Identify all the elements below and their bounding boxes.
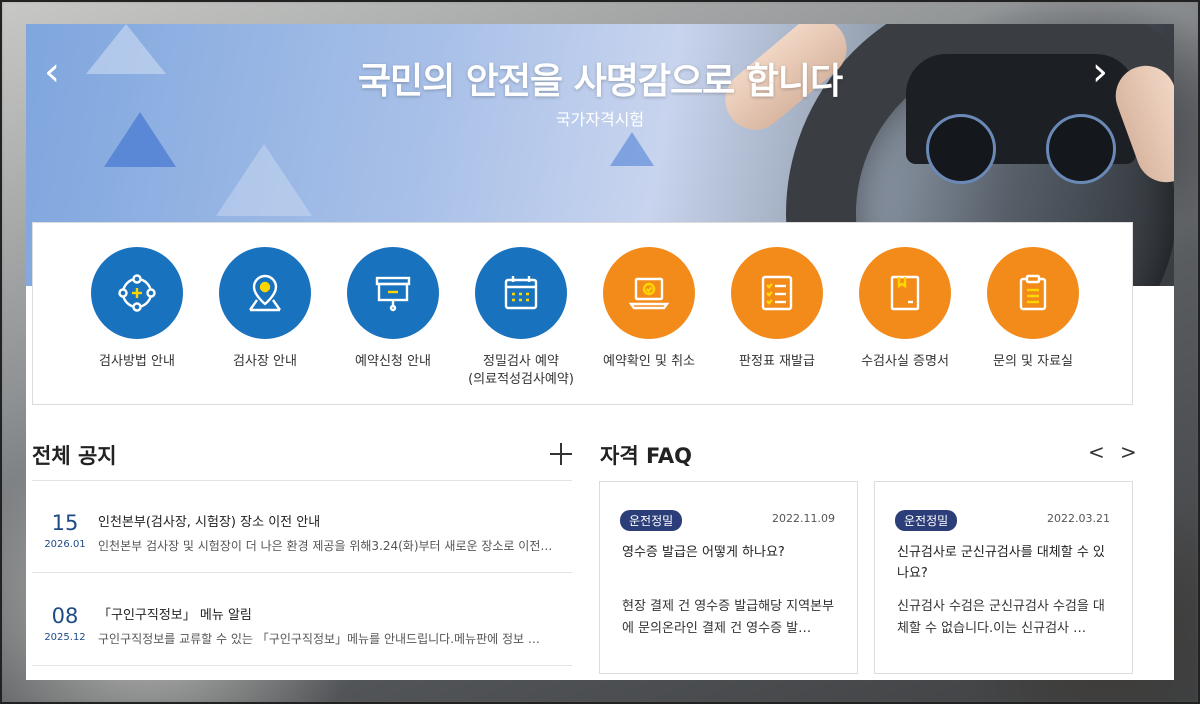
- quick-menu: 검사방법 안내 검사장 안내 예약신청 안내 정밀검사 예약 (의료적성검사예약…: [32, 222, 1133, 405]
- notice-day: 15: [51, 511, 79, 535]
- map-pin-icon: [249, 274, 281, 312]
- faq-question: 신규검사로 군신규검사를 대체할 수 있나요?: [897, 545, 1105, 581]
- quick-item-label: 문의 및 자료실: [992, 354, 1074, 369]
- quick-item-reservation-guide[interactable]: 예약신청 안내: [329, 247, 457, 371]
- quick-icon-circle: [987, 247, 1079, 339]
- decor-triangle: [216, 144, 312, 216]
- faq-answer: 현장 결제 건 영수증 발급해당 지역본부에 문의온라인 결제 건 영수증 발…: [622, 599, 835, 636]
- faq-section-title: 자격 FAQ: [600, 444, 692, 468]
- notice-year-month: 2025.12: [44, 632, 86, 643]
- notice-item[interactable]: 08 2025.12 「구인구직정보」 메뉴 알림 구인구직정보를 교류할 수 …: [32, 574, 572, 666]
- faq-answer: 신규검사 수검은 군신규검사 수검을 대체할 수 없습니다.이는 신규검사 …: [897, 599, 1105, 636]
- faq-category-badge: 운전정밀: [620, 510, 683, 531]
- quick-icon-circle: [859, 247, 951, 339]
- quick-item-label: 예약신청 안내: [355, 354, 431, 369]
- checklist-icon: [761, 275, 793, 311]
- quick-item-inspection-method[interactable]: 검사방법 안내: [73, 247, 201, 371]
- quick-item-label: 정밀검사 예약 (의료적성검사예약): [468, 354, 574, 387]
- faq-card[interactable]: 운전정밀 2022.11.09 영수증 발급은 어떻게 하나요? 현장 결제 건…: [599, 481, 858, 674]
- quick-item-label: 검사장 안내: [233, 354, 297, 369]
- laptop-check-icon: [628, 277, 670, 310]
- faq-card[interactable]: 운전정밀 2022.03.21 신규검사로 군신규검사를 대체할 수 있나요? …: [874, 481, 1133, 674]
- quick-item-result-reissue[interactable]: 판정표 재발급: [713, 247, 841, 371]
- quick-icon-circle: [347, 247, 439, 339]
- quick-item-inquiry-archive[interactable]: 문의 및 자료실: [969, 247, 1097, 371]
- quick-icon-circle: [603, 247, 695, 339]
- notice-description: 인천본부 검사장 및 시험장이 더 나은 환경 제공을 위해3.24(화)부터 …: [98, 539, 553, 553]
- notice-more-plus-icon[interactable]: [550, 443, 572, 465]
- quick-item-label: 수검사실 증명서: [861, 354, 949, 369]
- faq-category-badge: 운전정밀: [895, 510, 958, 531]
- document-box-icon: [890, 275, 920, 311]
- quick-item-detailed-exam-reservation[interactable]: 정밀검사 예약 (의료적성검사예약): [457, 247, 585, 389]
- calendar-icon: [504, 276, 538, 310]
- main-page: ‹ › 국민의 안전을 사명감으로 합니다 국가자격시험 검사방법 안내 검사장…: [26, 24, 1174, 680]
- quick-item-test-site[interactable]: 검사장 안내: [201, 247, 329, 371]
- faq-next-arrow[interactable]: >: [1120, 440, 1137, 464]
- notice-item[interactable]: 15 2026.01 인천본부(검사장, 시험장) 장소 이전 안내 인천본부 …: [32, 481, 572, 573]
- quick-item-label: 판정표 재발급: [739, 354, 815, 369]
- notice-year-month: 2026.01: [44, 539, 86, 550]
- decor-triangle: [610, 132, 654, 166]
- quick-item-label: 검사방법 안내: [99, 354, 175, 369]
- quick-icon-circle: [91, 247, 183, 339]
- faq-date: 2022.11.09: [772, 512, 835, 525]
- quick-item-label: 예약확인 및 취소: [603, 354, 695, 369]
- notice-section-title: 전체 공지: [32, 444, 117, 468]
- faq-date: 2022.03.21: [1047, 512, 1110, 525]
- presentation-board-icon: [375, 276, 411, 312]
- faq-prev-arrow[interactable]: <: [1088, 440, 1105, 464]
- notice-title[interactable]: 인천본부(검사장, 시험장) 장소 이전 안내: [98, 511, 320, 530]
- notice-day: 08: [51, 604, 79, 628]
- quick-icon-circle: [219, 247, 311, 339]
- quick-icon-circle: [731, 247, 823, 339]
- quick-icon-circle: [475, 247, 567, 339]
- hero-subtitle: 국가자격시험: [555, 110, 645, 129]
- notice-description: 구인구직정보를 교류할 수 있는 「구인구직정보」메뉴를 안내드립니다.메뉴판에…: [98, 632, 540, 646]
- quick-item-exam-certificate[interactable]: 수검사실 증명서: [841, 247, 969, 371]
- faq-question: 영수증 발급은 어떻게 하나요?: [622, 545, 785, 560]
- notice-title[interactable]: 「구인구직정보」 메뉴 알림: [98, 604, 252, 623]
- quick-item-reservation-check-cancel[interactable]: 예약확인 및 취소: [585, 247, 713, 371]
- clipboard-icon: [1019, 274, 1047, 311]
- target-crosshair-icon: [118, 274, 156, 312]
- hero-title: 국민의 안전을 사명감으로 합니다: [357, 61, 843, 102]
